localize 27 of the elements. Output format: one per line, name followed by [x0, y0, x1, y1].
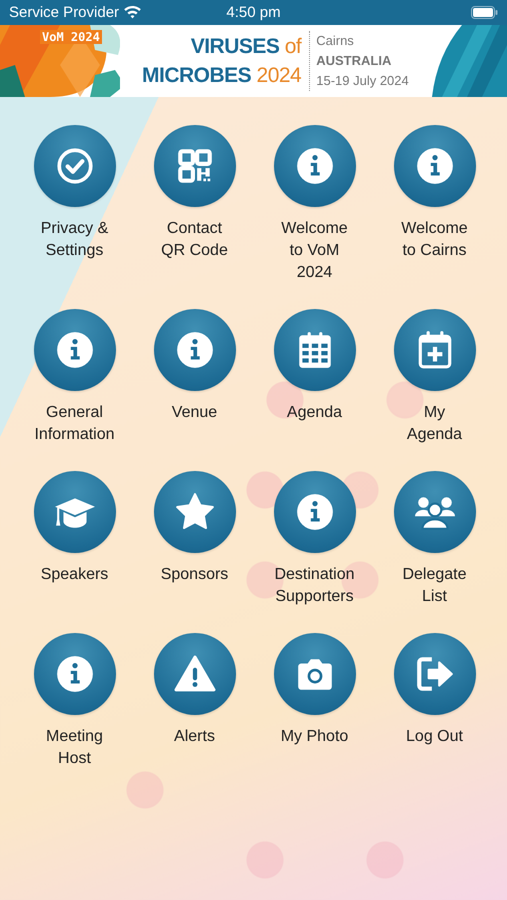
menu-tile[interactable]: Alerts	[134, 633, 254, 770]
event-title-line: MICROBES 2024	[142, 63, 302, 89]
wifi-icon	[124, 6, 142, 19]
carrier-name: Service Provider	[9, 4, 120, 21]
menu-tile[interactable]: Log Out	[374, 633, 494, 770]
menu-tile[interactable]: Speakers	[14, 471, 134, 608]
clock-time: 4:50 pm	[226, 4, 281, 21]
menu-tile[interactable]: Destination Supporters	[254, 471, 374, 608]
event-label: VoM 2024	[40, 30, 102, 44]
menu-tile[interactable]: Contact QR Code	[134, 125, 254, 284]
menu-tile[interactable]: Delegate List	[374, 471, 494, 608]
dates-text: 15-19 July 2024	[316, 72, 409, 90]
battery-icon	[471, 6, 498, 19]
menu-tile[interactable]: Privacy & Settings	[14, 125, 134, 284]
menu-tile[interactable]: Welcome to Cairns	[374, 125, 494, 284]
menu-tile[interactable]: Venue	[134, 309, 254, 446]
city-text: Cairns	[316, 32, 355, 50]
menu-tile[interactable]: Meeting Host	[14, 633, 134, 770]
menu-tile[interactable]: My Agenda	[374, 309, 494, 446]
info-badge-icon	[274, 471, 356, 553]
menu-tile[interactable]: Welcome to VoM 2024	[254, 125, 374, 284]
menu-tile[interactable]: My Photo	[254, 633, 374, 770]
country-text: AUSTRALIA	[316, 52, 392, 70]
menu-tile[interactable]: Sponsors	[134, 471, 254, 608]
menu-tile[interactable]: General Information	[14, 309, 134, 446]
menu-tile[interactable]: Agenda	[254, 309, 374, 446]
event-title-line: VIRUSES of	[190, 34, 302, 60]
